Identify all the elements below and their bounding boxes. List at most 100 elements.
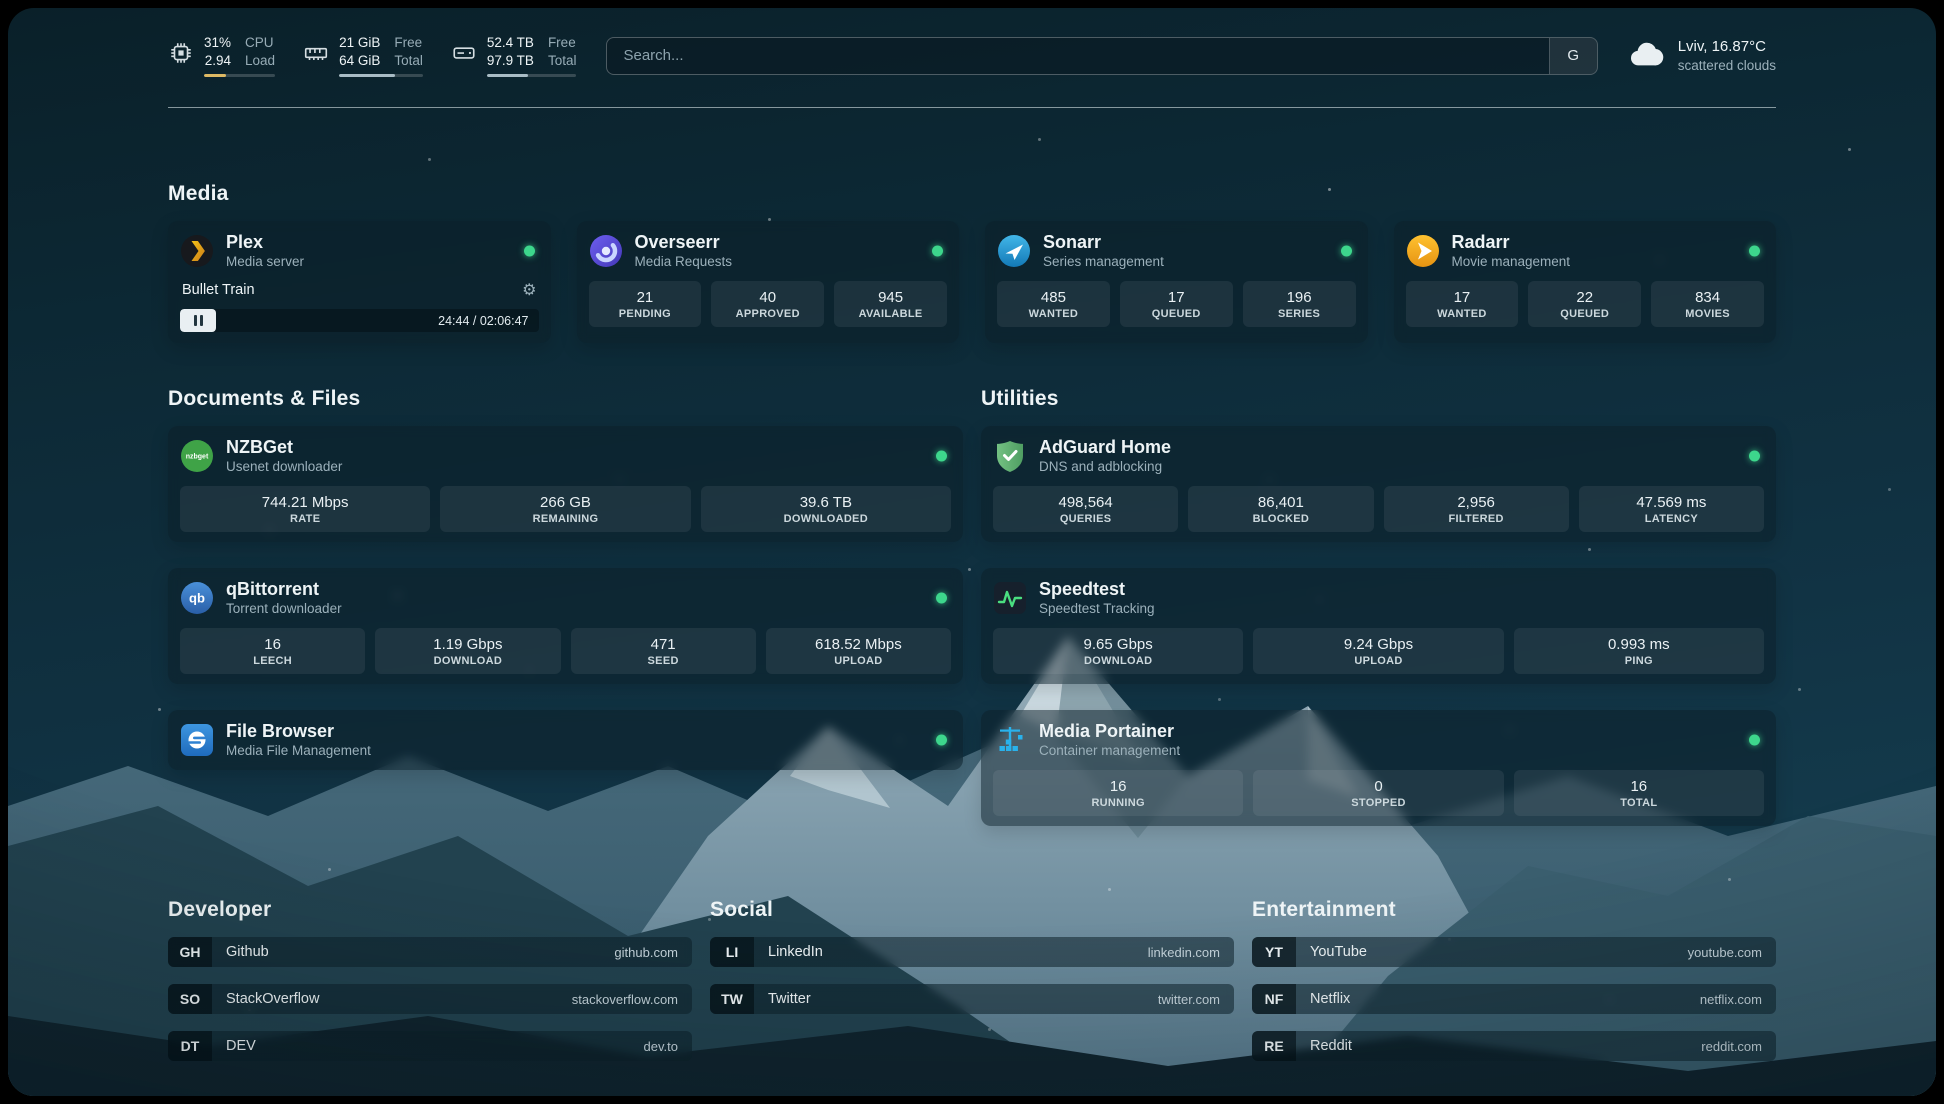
bookmark-url: linkedin.com [1148,945,1234,960]
bookmark-linkedin[interactable]: LI LinkedIn linkedin.com [710,937,1234,967]
bookmark-name: DEV [212,1038,644,1054]
top-bar: 31% 2.94 CPU Load [168,8,1776,77]
bookmark-url: dev.to [644,1039,692,1054]
status-dot [524,246,535,257]
weather-condition: scattered clouds [1678,57,1776,75]
app-name: Radarr [1452,232,1571,253]
bookmark-abbr: DT [168,1031,212,1061]
stat-filtered: 2,956 FILTERED [1384,486,1569,532]
gear-icon[interactable]: ⚙ [522,280,536,300]
bookmark-name: YouTube [1296,944,1688,960]
app-name: Plex [226,232,304,253]
service-link-sonarr[interactable]: Sonarr Series management [997,231,1356,271]
stat-queued: 17 QUEUED [1120,281,1233,327]
app-desc: Speedtest Tracking [1039,601,1155,617]
bookmark-name: StackOverflow [212,991,572,1007]
stat-movies: 834 MOVIES [1651,281,1764,327]
section-documents: Documents & Files nzbget [168,387,963,826]
cpu-label: CPU [245,34,275,52]
service-card-adguard: AdGuard Home DNS and adblocking 498,564 … [981,426,1776,542]
service-card-filebrowser: File Browser Media File Management [168,710,963,770]
service-link-portainer[interactable]: Media Portainer Container management [993,720,1764,760]
disk-icon [451,34,477,66]
stat-blocked: 86,401 BLOCKED [1188,486,1373,532]
service-link-speedtest[interactable]: Speedtest Speedtest Tracking [993,578,1764,618]
bookmark-twitter[interactable]: TW Twitter twitter.com [710,984,1234,1014]
cpu-usage-value: 31% [204,34,231,52]
app-name: Overseerr [635,232,733,253]
section-title-social: Social [710,898,1234,922]
app-name: AdGuard Home [1039,437,1171,458]
stat-download: 9.65 Gbps DOWNLOAD [993,628,1243,674]
stat-queued: 22 QUEUED [1528,281,1641,327]
radarr-icon [1406,234,1440,268]
stat-downloaded: 39.6 TB DOWNLOADED [701,486,951,532]
bookmark-youtube[interactable]: YT YouTube youtube.com [1252,937,1776,967]
service-card-qbittorrent: qb qBittorrent Torrent downloader [168,568,963,684]
search-provider-button[interactable]: G [1549,38,1597,74]
bookmark-name: Reddit [1296,1038,1701,1054]
service-link-nzbget[interactable]: nzbget NZBGet Usenet downloader [180,436,951,476]
stat-total: 16 TOTAL [1514,770,1764,816]
qbittorrent-icon: qb [180,581,214,615]
bookmark-url: stackoverflow.com [572,992,692,1007]
bookmark-name: LinkedIn [754,944,1148,960]
disk-total-value: 97.9 TB [487,52,534,70]
bookmark-abbr: YT [1252,937,1296,967]
app-name: NZBGet [226,437,342,458]
playback-progress-bar[interactable]: 24:44 / 02:06:47 [180,309,539,332]
section-title-developer: Developer [168,898,692,922]
stat-queries: 498,564 QUERIES [993,486,1178,532]
bookmark-dev[interactable]: DT DEV dev.to [168,1031,692,1061]
bookmark-url: twitter.com [1158,992,1234,1007]
bookmark-abbr: LI [710,937,754,967]
memory-widget: 21 GiB 64 GiB Free Total [303,34,423,77]
service-link-qbittorrent[interactable]: qb qBittorrent Torrent downloader [180,578,951,618]
weather-location: Lviv, 16.87°C [1678,37,1776,57]
app-desc: Movie management [1452,254,1571,270]
plex-icon [180,234,214,268]
bookmark-stackoverflow[interactable]: SO StackOverflow stackoverflow.com [168,984,692,1014]
service-card-sonarr: Sonarr Series management 485 WANTED 17 Q… [985,221,1368,343]
app-desc: Usenet downloader [226,459,342,475]
svg-text:nzbget: nzbget [186,454,209,461]
service-card-portainer: Media Portainer Container management 16 … [981,710,1776,826]
disk-usage-bar [487,74,577,77]
service-link-adguard[interactable]: AdGuard Home DNS and adblocking [993,436,1764,476]
stat-upload: 618.52 Mbps UPLOAD [766,628,951,674]
memory-free-label: Free [394,34,423,52]
adguard-icon [993,439,1027,473]
stat-stopped: 0 STOPPED [1253,770,1503,816]
bookmark-abbr: TW [710,984,754,1014]
service-link-radarr[interactable]: Radarr Movie management [1406,231,1765,271]
app-desc: Media File Management [226,743,371,759]
speedtest-icon [993,581,1027,615]
svg-text:qb: qb [189,591,205,606]
bookmark-name: Netflix [1296,991,1700,1007]
bookmark-reddit[interactable]: RE Reddit reddit.com [1252,1031,1776,1061]
pause-icon[interactable] [194,315,203,326]
service-link-filebrowser[interactable]: File Browser Media File Management [180,720,951,760]
bookmark-abbr: SO [168,984,212,1014]
weather-widget: Lviv, 16.87°C scattered clouds [1628,37,1776,74]
stat-leech: 16 LEECH [180,628,365,674]
app-desc: Torrent downloader [226,601,342,617]
service-card-speedtest: Speedtest Speedtest Tracking 9.65 Gbps D… [981,568,1776,684]
stat-download: 1.19 Gbps DOWNLOAD [375,628,560,674]
filebrowser-icon [180,723,214,757]
stat-seed: 471 SEED [571,628,756,674]
nzbget-icon: nzbget [180,439,214,473]
search-input[interactable] [607,38,1548,74]
service-link-plex[interactable]: Plex Media server [180,231,539,271]
section-social: Social LI LinkedIn linkedin.com TW Twitt… [710,898,1234,1061]
status-dot [936,451,947,462]
bookmark-netflix[interactable]: NF Netflix netflix.com [1252,984,1776,1014]
service-link-overseerr[interactable]: Overseerr Media Requests [589,231,948,271]
bookmark-url: reddit.com [1701,1039,1776,1054]
bookmark-github[interactable]: GH Github github.com [168,937,692,967]
status-dot [936,735,947,746]
status-dot [1749,451,1760,462]
bookmark-abbr: GH [168,937,212,967]
app-name: Sonarr [1043,232,1164,253]
stat-available: 945 AVAILABLE [834,281,947,327]
